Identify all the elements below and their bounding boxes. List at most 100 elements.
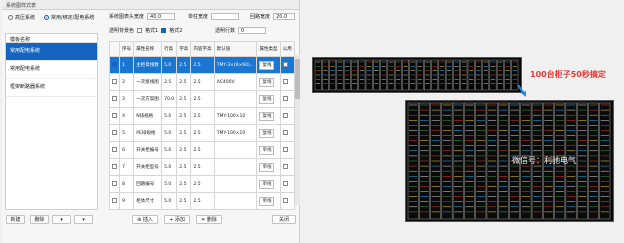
row-shared[interactable] (279, 73, 296, 91)
type-dropdown[interactable]: 复线 (259, 77, 275, 87)
template-item[interactable]: 常用配电系统 (6, 43, 97, 61)
delete-template-button[interactable]: 删除 (30, 215, 49, 224)
table-row[interactable]: 7 开关柜型号 5.0 2.5 2.5 单线 (108, 158, 296, 176)
row-checkbox[interactable] (108, 56, 121, 74)
row-type[interactable]: 单线 (256, 158, 281, 176)
row-shared[interactable] (279, 90, 296, 108)
row-select-checkbox[interactable] (112, 112, 117, 118)
table-row[interactable]: 4 N排规格 5.0 2.5 2.5 TMY-100×10 复线 (108, 107, 296, 125)
row-select-checkbox[interactable] (112, 180, 117, 186)
row-shared[interactable] (279, 158, 296, 176)
row-type[interactable]: 单线 (256, 141, 281, 159)
row-checkbox[interactable] (108, 192, 121, 210)
options-dropdown-button[interactable]: ▾ (74, 215, 93, 224)
row-checkbox[interactable] (108, 175, 121, 193)
row-no: 4 (119, 107, 135, 125)
row-select-checkbox[interactable] (112, 197, 117, 203)
remove-button[interactable]: ✕ 删除 (196, 215, 222, 224)
template-item[interactable]: 常用配电系统 (6, 61, 97, 79)
scroll-thumb[interactable] (295, 59, 300, 99)
radio-high-voltage[interactable]: 高压系统 (8, 14, 35, 21)
row-checkbox[interactable] (108, 141, 121, 159)
type-dropdown[interactable]: 单线 (259, 145, 275, 155)
row-content-height: 2.5 (190, 56, 215, 74)
style1-checkbox[interactable] (137, 28, 143, 33)
row-type[interactable]: 复线 (256, 90, 281, 108)
row-checkbox[interactable] (108, 124, 121, 142)
row-checkbox[interactable] (108, 90, 121, 108)
row-default (213, 90, 258, 108)
shared-checkbox[interactable] (282, 78, 288, 84)
col-height: 行高 (161, 41, 178, 57)
cabinet-width-label: 系统图表头宽度 (109, 14, 145, 20)
type-dropdown[interactable]: 复线 (259, 128, 275, 138)
row-type[interactable]: 复线 (256, 124, 281, 142)
row-select-checkbox[interactable] (112, 95, 117, 101)
add-button[interactable]: + 添加 (164, 215, 190, 224)
template-item[interactable]: 框架断路器系统 (6, 79, 97, 97)
table-row[interactable]: 3 一次方案图 70.0 2.5 2.5 复线 (108, 90, 296, 108)
table-header-row: 序号 属性名称 行高 字高 内容字高 默认值 属性类型 公用 (108, 41, 296, 57)
row-type[interactable]: 复线 (256, 73, 281, 91)
radio-low-voltage[interactable]: 常用/绑定/配电系统 (44, 14, 94, 21)
row-shared[interactable] (279, 56, 296, 74)
type-dropdown[interactable]: 复线 (259, 60, 275, 70)
row-shared[interactable] (279, 124, 296, 142)
table-row[interactable]: 8 回路编号 5.0 2.5 2.5 单线 (108, 175, 296, 193)
shared-checkbox[interactable] (282, 180, 288, 186)
row-select-checkbox[interactable] (112, 163, 117, 169)
type-dropdown[interactable]: 单线 (259, 162, 275, 172)
row-name: 开关柜型号 (133, 158, 163, 176)
loop-height-input[interactable]: 20.0 (273, 13, 296, 20)
row-select-checkbox[interactable] (112, 146, 117, 152)
row-content-height: 2.5 (190, 158, 215, 176)
table-row[interactable]: 6 开关柜编号 5.0 2.5 2.5 单线 (108, 141, 296, 159)
row-name: N排规格 (133, 107, 163, 125)
row-height-input[interactable] (211, 13, 240, 20)
row-shared[interactable] (279, 192, 296, 210)
row-font-height: 2.5 (176, 124, 192, 142)
cabinet-width-input[interactable]: 40.0 (147, 13, 176, 20)
row-checkbox[interactable] (108, 107, 121, 125)
row-height: 5.0 (161, 175, 178, 193)
shared-checkbox[interactable] (282, 197, 288, 203)
style2-checkbox[interactable] (161, 28, 167, 33)
insert-button[interactable]: ⊕ 插入 (132, 215, 158, 224)
row-shared[interactable] (279, 175, 296, 193)
row-select-checkbox[interactable] (112, 78, 117, 84)
row-shared[interactable] (279, 107, 296, 125)
row-checkbox[interactable] (108, 158, 121, 176)
radio-icon (8, 15, 13, 20)
table-row[interactable]: 5 PE排规格 5.0 2.5 2.5 TMY-100×10 复线 (108, 124, 296, 142)
table-row[interactable]: 9 柜体尺寸 5.0 2.5 2.5 单线 (108, 192, 296, 210)
table-row[interactable]: 1 主柜母线数 5.0 2.5 2.5 TMY-3×(6×60)... 复线 (108, 56, 296, 74)
shared-checkbox[interactable] (282, 61, 288, 67)
row-shared[interactable] (279, 141, 296, 159)
shared-checkbox[interactable] (282, 146, 288, 152)
type-dropdown[interactable]: 复线 (259, 111, 275, 121)
row-no: 7 (119, 158, 135, 176)
col-no: 序号 (119, 41, 135, 57)
row-font-height: 2.5 (176, 141, 192, 159)
shared-checkbox[interactable] (282, 163, 288, 169)
row-select-checkbox[interactable] (112, 129, 117, 135)
row-type[interactable]: 复线 (256, 56, 281, 74)
new-button[interactable]: 新建 (6, 215, 25, 224)
type-dropdown[interactable]: 单线 (259, 179, 275, 189)
row-type[interactable]: 单线 (256, 192, 281, 210)
more-dropdown-button[interactable]: ▾ (52, 215, 71, 224)
row-content-height: 2.5 (190, 90, 215, 108)
close-dialog-button[interactable]: 关闭 (272, 215, 296, 224)
type-dropdown[interactable]: 单线 (259, 196, 275, 206)
row-checkbox[interactable] (108, 73, 121, 91)
table-row[interactable]: 2 一次接线图 2.5 2.5 2.5 AC400V 复线 (108, 73, 296, 91)
circuit-count-input[interactable]: 0 (238, 27, 267, 34)
shared-checkbox[interactable] (282, 112, 288, 118)
row-select-checkbox[interactable] (112, 61, 117, 67)
table-scrollbar[interactable] (295, 55, 300, 205)
type-dropdown[interactable]: 复线 (259, 94, 275, 104)
shared-checkbox[interactable] (282, 95, 288, 101)
row-type[interactable]: 复线 (256, 107, 281, 125)
row-type[interactable]: 单线 (256, 175, 281, 193)
shared-checkbox[interactable] (282, 129, 288, 135)
